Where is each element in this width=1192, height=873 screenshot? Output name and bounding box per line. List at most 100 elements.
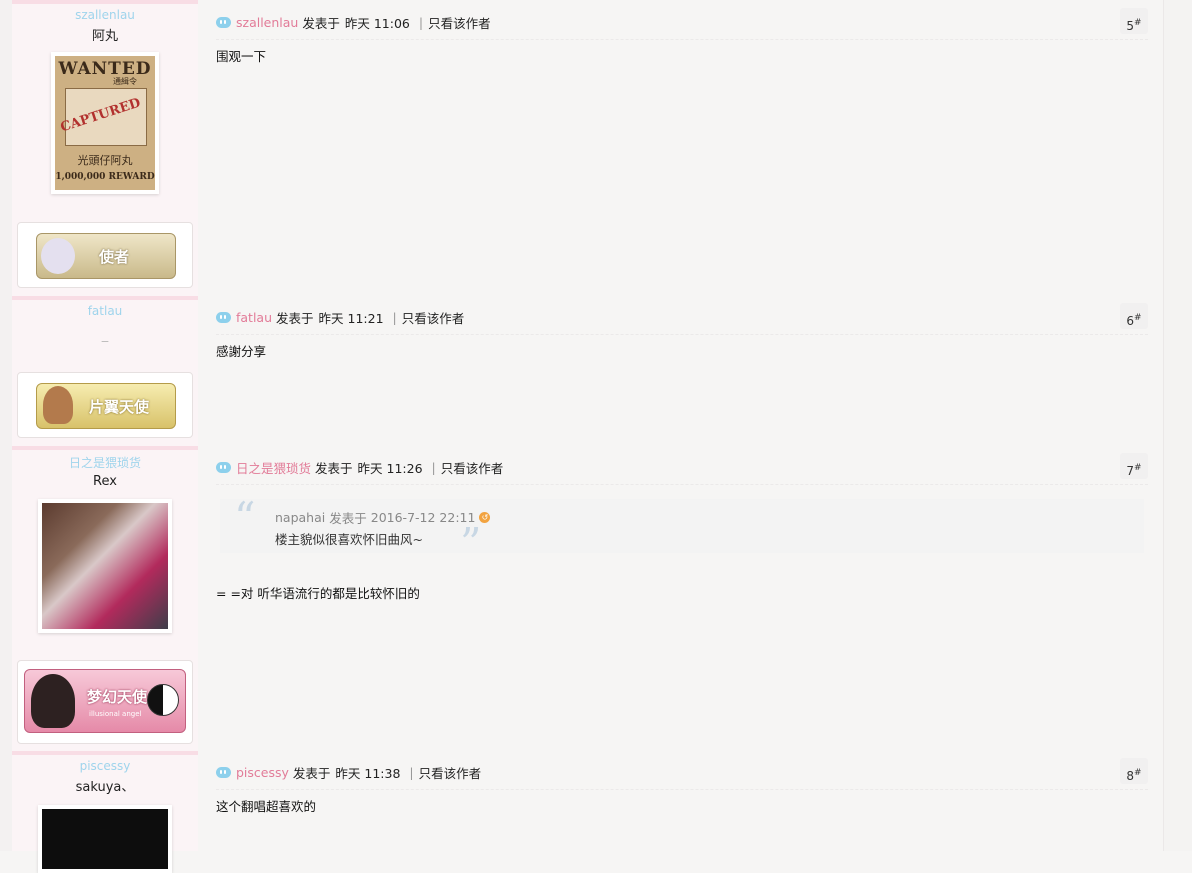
floor-number-value: 6 — [1126, 314, 1135, 328]
right-gutter — [1163, 0, 1192, 851]
author-link[interactable]: piscessy — [236, 765, 289, 780]
only-author-link[interactable]: 只看该作者 — [441, 458, 504, 477]
post-header: szallenlau 发表于 昨天 11:06 | 只看该作者 — [216, 12, 491, 32]
floor-number[interactable]: 5# — [1120, 8, 1148, 34]
open-quote-icon: “ — [234, 493, 256, 542]
post-header: fatlau 发表于 昨天 11:21 | 只看该作者 — [216, 307, 464, 327]
header-divider — [216, 334, 1148, 335]
post-header: piscessy 发表于 昨天 11:38 | 只看该作者 — [216, 762, 481, 782]
sidebar-user-title: Rex — [93, 474, 117, 489]
poster-line-1: WANTED — [58, 59, 152, 79]
author-block-rizhi: 日之是猥琐货 Rex 梦幻天使 illusional angel — [12, 446, 198, 751]
author-block-piscessy: piscessy sakuya、 — [12, 751, 198, 873]
medal-box: 片翼天使 — [17, 372, 193, 438]
quote-header: napahai 发表于 2016-7-12 22:11 ↺ — [275, 508, 491, 527]
jump-to-post-icon[interactable]: ↺ — [479, 512, 491, 523]
floor-hash: # — [1134, 18, 1142, 28]
post-time: 昨天 11:06 — [344, 15, 410, 31]
sidebar-user-title: sakuya、 — [75, 780, 135, 795]
medal-label: 片翼天使 — [89, 398, 150, 416]
sidebar-username[interactable]: 日之是猥琐货 — [12, 454, 198, 471]
medal-badge[interactable]: 梦幻天使 illusional angel — [24, 669, 186, 733]
posted-label: 发表于 — [302, 15, 340, 31]
sidebar-user-title: _ — [101, 328, 109, 343]
floor-number[interactable]: 7# — [1120, 453, 1148, 479]
avatar-photo — [42, 503, 168, 629]
poster-line-3: 光頭仔阿丸 — [77, 154, 133, 167]
quote-author: napahai — [275, 510, 326, 525]
author-link[interactable]: fatlau — [236, 310, 272, 325]
block-divider — [12, 446, 198, 450]
post-time: 昨天 11:38 — [335, 765, 401, 781]
floor-number-value: 8 — [1126, 769, 1135, 783]
medal-character — [41, 238, 75, 274]
quote-posted-label: 发表于 — [329, 511, 367, 526]
post-time: 昨天 11:26 — [357, 460, 423, 476]
avatar-photo — [42, 809, 168, 869]
floor-hash: # — [1134, 463, 1142, 473]
medal-label: 梦幻天使 — [87, 688, 148, 706]
floor-number-value: 5 — [1126, 19, 1135, 33]
block-divider — [12, 296, 198, 300]
avatar[interactable]: WANTED 通緝令 CAPTURED 光頭仔阿丸 1,000,000 REWA… — [51, 52, 159, 194]
sidebar-username[interactable]: fatlau — [12, 304, 198, 318]
posted-label: 发表于 — [276, 310, 314, 326]
header-divider — [216, 789, 1148, 790]
post-content: 这个翻唱超喜欢的 — [216, 799, 317, 814]
author-link[interactable]: 日之是猥琐货 — [236, 458, 311, 477]
floor-number[interactable]: 6# — [1120, 303, 1148, 329]
only-author-link[interactable]: 只看该作者 — [419, 763, 482, 782]
medal-character — [31, 674, 75, 728]
author-link[interactable]: szallenlau — [236, 15, 298, 30]
online-status-icon — [216, 766, 231, 778]
post-content: 感謝分享 — [216, 344, 267, 359]
medal-badge[interactable]: 片翼天使 — [36, 383, 176, 429]
posted-label: 发表于 — [292, 765, 331, 781]
author-block-szallenlau: szallenlau 阿丸 WANTED 通緝令 CAPTURED 光頭仔阿丸 … — [12, 0, 198, 296]
avatar[interactable] — [38, 499, 172, 633]
only-author-link[interactable]: 只看该作者 — [402, 308, 465, 327]
post-header: 日之是猥琐货 发表于 昨天 11:26 | 只看该作者 — [216, 457, 503, 477]
block-divider — [12, 751, 198, 755]
post-time: 昨天 11:21 — [318, 310, 384, 326]
post-content: = =对 听华语流行的都是比较怀旧的 — [216, 586, 420, 601]
header-divider — [216, 39, 1148, 40]
quote-text: 楼主貌似很喜欢怀旧曲风~ — [275, 532, 423, 547]
medal-badge[interactable]: 使者 — [36, 233, 176, 279]
header-separator: | — [409, 764, 414, 780]
only-author-link[interactable]: 只看该作者 — [428, 13, 491, 32]
post-content: 围观一下 — [216, 49, 267, 64]
header-separator: | — [392, 309, 397, 325]
posted-label: 发表于 — [315, 460, 353, 476]
author-sidebar: szallenlau 阿丸 WANTED 通緝令 CAPTURED 光頭仔阿丸 … — [12, 0, 199, 873]
sidebar-username[interactable]: piscessy — [12, 759, 198, 773]
floor-hash: # — [1134, 313, 1142, 323]
poster-line-2: 通緝令 — [113, 77, 137, 86]
online-status-icon — [216, 461, 231, 473]
medal-sublabel: illusional angel — [89, 710, 142, 718]
avatar[interactable] — [38, 805, 172, 873]
floor-number[interactable]: 8# — [1120, 758, 1148, 784]
sidebar-username[interactable]: szallenlau — [12, 8, 198, 22]
medal-character — [43, 386, 73, 424]
quote-block: “ napahai 发表于 2016-7-12 22:11 ↺ 楼主貌似很喜欢怀… — [220, 493, 1144, 565]
wanted-poster-image: WANTED 通緝令 CAPTURED 光頭仔阿丸 1,000,000 REWA… — [55, 56, 155, 190]
online-status-icon — [216, 311, 231, 323]
medal-box: 使者 — [17, 222, 193, 288]
medal-box: 梦幻天使 illusional angel — [17, 660, 193, 744]
floor-hash: # — [1134, 768, 1142, 778]
header-separator: | — [418, 14, 424, 30]
sidebar-user-title: 阿丸 — [91, 29, 118, 44]
post-list: szallenlau 发表于 昨天 11:06 | 只看该作者 5# 围观一下 … — [198, 0, 1163, 851]
left-gutter — [0, 0, 12, 851]
medal-label: 使者 — [99, 248, 130, 266]
yin-yang-icon — [147, 684, 179, 716]
header-separator: | — [431, 459, 436, 475]
author-block-fatlau: fatlau _ 片翼天使 — [12, 296, 198, 446]
floor-number-value: 7 — [1126, 464, 1135, 478]
close-quote-icon: ” — [460, 519, 482, 568]
header-divider — [216, 484, 1148, 485]
poster-line-4: 1,000,000 REWARD — [55, 172, 155, 182]
online-status-icon — [216, 16, 231, 28]
block-divider — [12, 0, 198, 4]
